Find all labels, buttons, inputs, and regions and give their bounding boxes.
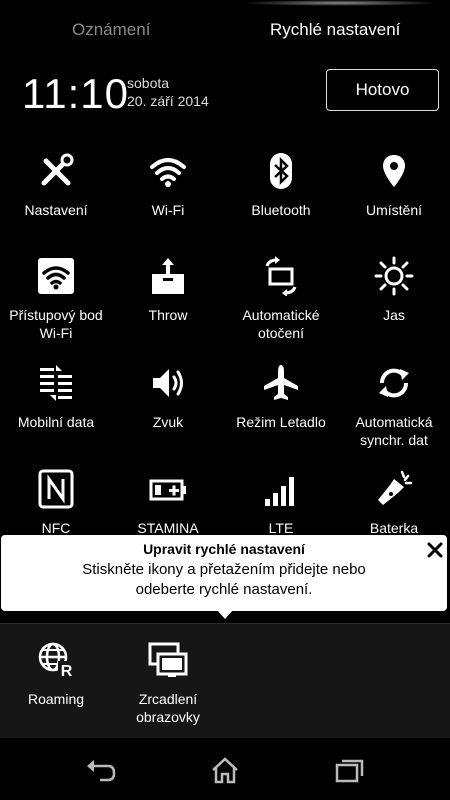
tooltip-arrow [216,609,234,619]
tab-notifications[interactable]: Oznámení [72,20,150,40]
roaming-globe-icon: R [36,640,76,680]
screen-mirroring-icon [148,640,188,680]
recents-icon[interactable] [335,756,365,784]
tile-throw[interactable]: Throw [112,250,224,350]
tab-active-indicator [240,0,440,6]
brightness-icon [374,256,414,296]
tile-screen-mirroring[interactable]: Zrcadlení obrazovky [112,634,224,734]
location-pin-icon [374,151,414,191]
nfc-icon [36,469,76,509]
tile-mobile-data[interactable]: Mobilní data [0,357,112,457]
tile-label: Režim Letadlo [236,414,326,430]
airplane-icon [261,363,301,403]
tab-quick-settings[interactable]: Rychlé nastavení [270,20,400,40]
signal-bars-icon [261,469,301,509]
svg-text:R: R [61,663,73,680]
header-tabs: Oznámení Rychlé nastavení [0,0,450,62]
tile-roaming[interactable]: R Roaming [0,634,112,734]
sound-icon [148,363,188,403]
battery-stamina-icon [148,469,188,509]
tile-label: Nastavení [24,202,88,218]
home-icon[interactable] [210,756,240,784]
tile-auto-rotate[interactable]: Automatické otočení [225,250,337,350]
tile-auto-sync[interactable]: Automatická synchr. dat [338,357,450,457]
tile-label: Automatická synchr. dat [355,414,433,448]
settings-tools-icon [36,151,76,191]
tile-brightness[interactable]: Jas [338,250,450,350]
tile-wifi[interactable]: Wi-Fi [112,145,224,245]
tile-airplane[interactable]: Režim Letadlo [225,357,337,457]
date-display: sobota 20. září 2014 [127,74,209,110]
done-button[interactable]: Hotovo [326,69,439,111]
wifi-icon [148,151,188,191]
close-icon[interactable] [425,540,445,560]
day-of-week: sobota [127,75,170,91]
tile-label: Throw [148,307,188,323]
tile-label: Zvuk [152,414,184,430]
tile-label: Roaming [27,691,85,707]
tile-label: Přístupový bod Wi-Fi [9,307,103,341]
date-text: 20. září 2014 [127,93,209,109]
tile-location[interactable]: Umístění [338,145,450,245]
auto-rotate-icon [261,256,301,297]
tile-sound[interactable]: Zvuk [112,357,224,457]
tile-label: Automatické otočení [242,307,320,341]
wifi-hotspot-icon [36,256,76,296]
mobile-data-icon [36,363,76,403]
clock-time: 11:10 [22,70,129,117]
tile-settings[interactable]: Nastavení [0,145,112,245]
throw-icon [148,256,188,296]
tile-label: Mobilní data [17,414,95,430]
back-icon[interactable] [86,756,116,784]
tile-hotspot[interactable]: Přístupový bod Wi-Fi [0,250,112,350]
sync-icon [374,363,414,403]
tile-label: Umístění [365,202,422,218]
tile-label: Zrcadlení obrazovky [136,691,200,725]
tooltip-body: Stiskněte ikony a přetažením přidejte ne… [82,561,366,598]
navigation-bar [0,738,450,800]
available-settings-tray: R Roaming Zrcadlení obrazovky [0,623,450,738]
bluetooth-icon [261,151,301,191]
tile-label: Bluetooth [251,202,311,218]
tile-bluetooth[interactable]: Bluetooth [225,145,337,245]
tile-label: Jas [383,307,405,323]
tooltip-title: Upravit rychlé nastavení [143,541,305,557]
edit-quick-settings-tooltip: Upravit rychlé nastavení Stiskněte ikony… [1,535,447,611]
flashlight-icon [374,469,414,509]
tile-label: Wi-Fi [151,202,185,218]
